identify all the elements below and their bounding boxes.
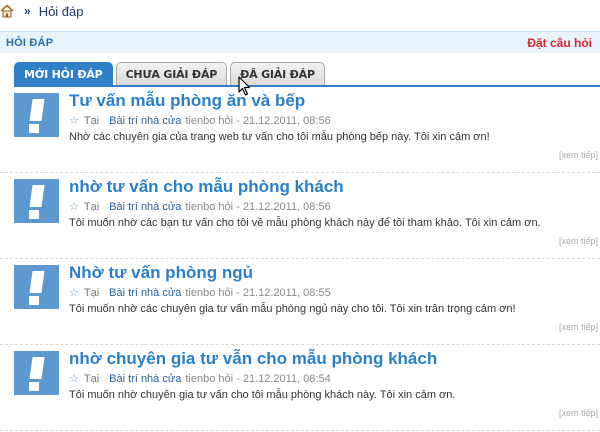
question-title[interactable]: Nhờ tư vấn phòng ngủ [69,263,253,283]
category-link[interactable]: Bài trí nhà cửa [109,287,181,299]
question-avatar-icon [14,93,59,137]
location-label: Tại [83,372,100,385]
question-title[interactable]: Tư vấn mẫu phòng ăn và bếp [69,91,305,111]
breadcrumb-current[interactable]: Hỏi đáp [39,4,84,19]
question-title[interactable]: nhờ tư vấn cho mẫu phòng khách [69,177,344,197]
question-avatar-icon [14,265,59,309]
location-label: Tại [83,200,100,213]
read-more-link[interactable]: [xem tiếp] [559,408,598,418]
location-label: Tại [83,114,100,127]
question-item: nhờ tư vấn cho mẫu phòng khách ☆ Tại Bài… [0,173,600,259]
tab-unanswered[interactable]: CHƯA GIẢI ĐÁP [115,62,228,86]
question-description: Tôi muốn nhờ các chuyên gia tư vấn mẫu p… [69,303,516,315]
question-avatar-icon [14,351,59,395]
category-link[interactable]: Bài trí nhà cửa [109,115,181,127]
question-info: tienbo hỏi - 21.12.2011, 08:56 [185,200,331,213]
category-link[interactable]: Bài trí nhà cửa [109,373,181,385]
tab-bar: MỚI HỎI ĐÁP CHƯA GIẢI ĐÁP ĐÃ GIẢI ĐÁP [14,62,328,86]
read-more-link[interactable]: [xem tiếp] [559,150,598,160]
question-meta: ☆ Tại Bài trí nhà cửa tienbo hỏi - 21.12… [69,372,331,386]
star-icon[interactable]: ☆ [69,372,79,385]
breadcrumb: » Hỏi đáp [0,0,600,22]
star-icon[interactable]: ☆ [69,200,79,213]
question-avatar-icon [14,179,59,223]
star-icon[interactable]: ☆ [69,114,79,127]
question-info: tienbo hỏi - 21.12.2011, 08:54 [185,372,331,385]
question-meta: ☆ Tại Bài trí nhà cửa tienbo hỏi - 21.12… [69,200,331,214]
question-item: Nhờ tư vấn phòng ngủ ☆ Tại Bài trí nhà c… [0,259,600,345]
tab-newest[interactable]: MỚI HỎI ĐÁP [14,62,113,86]
breadcrumb-separator: » [24,4,31,18]
read-more-link[interactable]: [xem tiếp] [559,236,598,246]
question-info: tienbo hỏi - 21.12.2011, 08:56 [185,114,331,127]
question-meta: ☆ Tại Bài trí nhà cửa tienbo hỏi - 21.12… [69,114,331,128]
question-description: Nhờ các chuyên gia của trang web tư vấn … [69,131,490,143]
section-header: HỎI ĐÁP Đặt câu hỏi [0,31,600,53]
question-item: Tư vấn mẫu phòng ăn và bếp ☆ Tại Bài trí… [0,87,600,173]
category-link[interactable]: Bài trí nhà cửa [109,201,181,213]
question-description: Tôi muốn nhờ chuyên gia tư vấn cho tôi m… [69,389,456,401]
star-icon[interactable]: ☆ [69,286,79,299]
read-more-link[interactable]: [xem tiếp] [559,322,598,332]
question-list: Tư vấn mẫu phòng ăn và bếp ☆ Tại Bài trí… [0,87,600,431]
question-meta: ☆ Tại Bài trí nhà cửa tienbo hỏi - 21.12… [69,286,331,300]
question-description: Tôi muốn nhờ các bạn tư vấn cho tôi về m… [69,217,541,229]
question-info: tienbo hỏi - 21.12.2011, 08:55 [185,286,331,299]
ask-question-link[interactable]: Đặt câu hỏi [527,36,592,50]
question-title[interactable]: nhờ chuyên gia tư vẫn cho mẫu phòng khác… [69,349,437,369]
question-item: nhờ chuyên gia tư vẫn cho mẫu phòng khác… [0,345,600,431]
section-title: HỎI ĐÁP [6,36,54,49]
location-label: Tại [83,286,100,299]
home-icon[interactable] [0,4,14,18]
